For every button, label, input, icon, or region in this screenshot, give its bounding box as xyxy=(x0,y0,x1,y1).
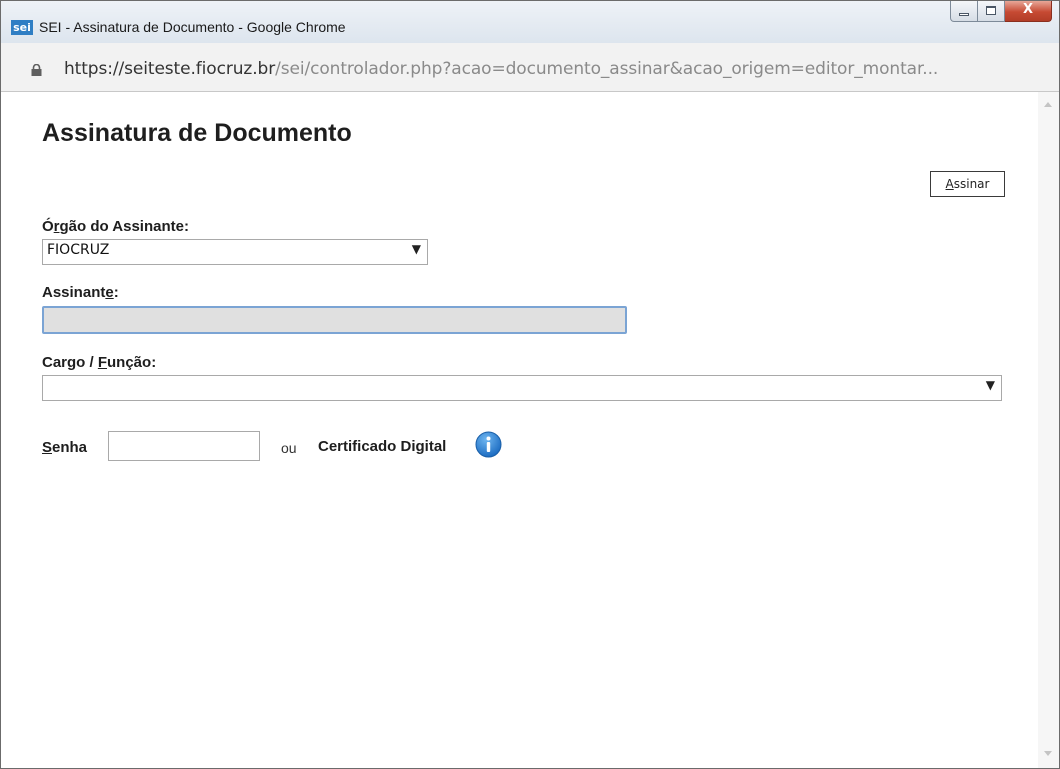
close-button[interactable]: X xyxy=(1005,1,1052,22)
title-bar: sei SEI - Assinatura de Documento - Goog… xyxy=(1,1,1059,43)
assinar-label: ssinar xyxy=(953,177,990,191)
ou-text: ou xyxy=(281,440,297,456)
senha-input[interactable] xyxy=(108,431,260,461)
maximize-icon xyxy=(986,6,996,15)
assinar-button[interactable]: Assinar xyxy=(930,171,1005,197)
chevron-down-icon: ▼ xyxy=(985,378,995,392)
chevron-down-icon: ▼ xyxy=(411,242,421,256)
orgao-label-b: gão do Assinante: xyxy=(59,218,189,235)
info-icon[interactable] xyxy=(475,431,502,458)
senha-label-accesskey: S xyxy=(42,439,53,456)
url-host: https://seiteste.fiocruz.br xyxy=(64,59,276,79)
cargo-label-a: Cargo / xyxy=(42,354,98,371)
url-text[interactable]: https://seiteste.fiocruz.br/sei/controla… xyxy=(64,59,938,79)
orgao-label-a: Ó xyxy=(42,218,54,235)
assinante-input[interactable] xyxy=(42,306,627,334)
close-icon: X xyxy=(1022,2,1034,17)
maximize-button[interactable] xyxy=(978,1,1005,22)
minimize-button[interactable] xyxy=(950,1,978,22)
cargo-select[interactable]: ▼ xyxy=(42,375,1002,401)
assinante-label-b: : xyxy=(113,284,119,301)
certificado-digital-label: Certificado Digital xyxy=(318,438,447,455)
window-title: SEI - Assinatura de Documento - Google C… xyxy=(39,19,346,35)
assinante-label-a: Assinant xyxy=(42,284,106,301)
sei-logo-icon: sei xyxy=(11,20,33,35)
orgao-select[interactable]: FIOCRUZ ▼ xyxy=(42,239,428,265)
address-bar[interactable]: https://seiteste.fiocruz.br/sei/controla… xyxy=(1,43,1059,92)
window-controls: X xyxy=(950,1,1052,23)
scroll-down-icon[interactable] xyxy=(1044,751,1052,756)
orgao-selected-value: FIOCRUZ xyxy=(47,242,110,258)
assinar-accesskey: A xyxy=(945,177,954,191)
senha-label-b: enha xyxy=(52,439,88,456)
scroll-up-icon[interactable] xyxy=(1044,102,1052,107)
senha-label: Senha xyxy=(42,439,87,456)
page-title: Assinatura de Documento xyxy=(42,119,352,147)
assinante-label-accesskey: e xyxy=(105,284,114,301)
cargo-label-accesskey: F xyxy=(97,354,108,371)
cargo-label: Cargo / Função: xyxy=(42,354,156,371)
minimize-icon xyxy=(959,13,969,16)
dialog-content: Assinatura de Documento Assinar Órgão do… xyxy=(1,92,1038,768)
lock-icon xyxy=(31,64,42,76)
vertical-scrollbar[interactable] xyxy=(1038,92,1059,768)
orgao-label: Órgão do Assinante: xyxy=(42,218,189,235)
browser-window: sei SEI - Assinatura de Documento - Goog… xyxy=(0,0,1060,769)
assinante-label: Assinante: xyxy=(42,284,119,301)
cargo-label-b: unção: xyxy=(107,354,157,371)
url-path: /sei/controlador.php?acao=documento_assi… xyxy=(275,59,939,79)
